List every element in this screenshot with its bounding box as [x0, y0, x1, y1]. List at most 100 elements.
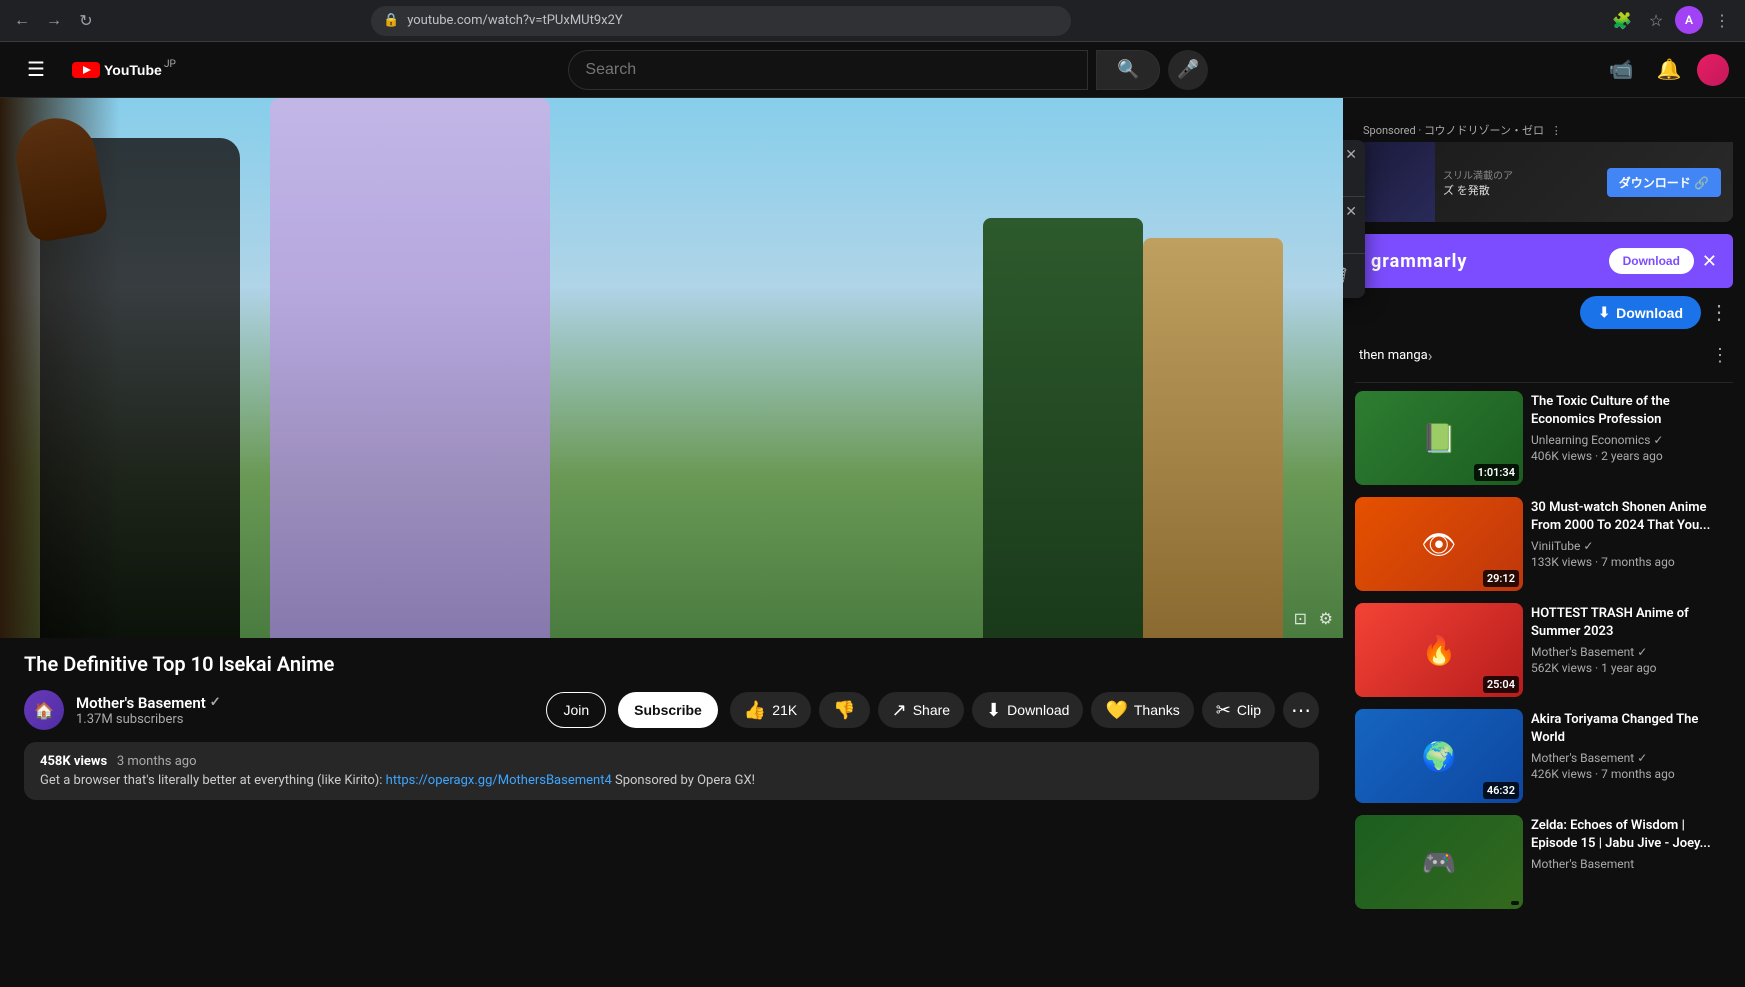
subscriber-count: 1.37M subscribers	[76, 712, 534, 727]
share-button[interactable]: ↗ Share	[878, 692, 964, 728]
sidebar-thumb-toriyama: 🌍 46:32	[1355, 709, 1523, 803]
duration-trash: 25:04	[1483, 676, 1519, 693]
sidebar-thumb-economics: 📗 1:01:34	[1355, 391, 1523, 485]
user-avatar[interactable]	[1697, 54, 1729, 86]
video-player[interactable]: ⚙ ⊡	[0, 98, 1343, 638]
youtube-logo[interactable]: YouTube JP	[72, 60, 176, 80]
sidebar-item-shonen[interactable]: 👁 29:12 30 Must-watch Shonen Anime From …	[1355, 497, 1733, 591]
popup-close-btn-2[interactable]: ✕	[1345, 203, 1357, 220]
channel-row: 🏠 Mother's Basement ✓ 1.37M subscribers …	[24, 690, 1319, 730]
main-download-button[interactable]: ⬇ Download	[1580, 296, 1701, 329]
grammarly-text: grammarly	[1371, 251, 1467, 272]
sidebar-more-button[interactable]: ⋮	[1709, 300, 1729, 325]
sidebar-item-trash[interactable]: 🔥 25:04 HOTTEST TRASH Anime of Summer 20…	[1355, 603, 1733, 697]
youtube-jp-badge: JP	[164, 59, 176, 70]
sidebar-thumb-shonen: 👁 29:12	[1355, 497, 1523, 591]
notifications-button[interactable]: 🔔	[1649, 50, 1689, 90]
duration-toriyama: 46:32	[1483, 782, 1519, 799]
video-info: The Definitive Top 10 Isekai Anime 🏠 Mot…	[0, 638, 1343, 812]
subscribe-button[interactable]: Subscribe	[618, 692, 718, 728]
browser-nav-buttons: ← → ↻	[8, 7, 100, 35]
section-separator	[1355, 382, 1733, 383]
browser-more-button[interactable]: ⋮	[1707, 6, 1737, 36]
search-input[interactable]	[569, 61, 1087, 79]
clip-button[interactable]: ✂ Clip	[1202, 692, 1275, 728]
video-expand-icon[interactable]: ⊡	[1294, 609, 1307, 628]
create-button[interactable]: 📹	[1601, 50, 1641, 90]
sidebar-title-trash: HOTTEST TRASH Anime of Summer 2023	[1531, 605, 1733, 641]
sponsored-banner: スリル満載のア ズ を発散 ダウンロード 🔗	[1355, 142, 1733, 222]
dislike-icon: 👎	[833, 700, 855, 721]
manga-suggestion[interactable]: then manga › ⋮	[1355, 337, 1733, 374]
sidebar-info-toriyama: Akira Toriyama Changed The World Mother'…	[1531, 709, 1733, 803]
manga-text: then manga	[1359, 348, 1428, 363]
join-button[interactable]: Join	[546, 692, 606, 728]
profile-icon[interactable]: A	[1675, 6, 1703, 34]
search-container: 🔍 🎤	[192, 50, 1585, 90]
dislike-button[interactable]: 👎	[819, 692, 869, 728]
sidebar-channel-shonen: ViniiTube ✓	[1531, 539, 1733, 553]
header-icons: 📹 🔔	[1601, 50, 1729, 90]
thumb-icon-zelda: 🎮	[1355, 815, 1523, 909]
bookmark-button[interactable]: ☆	[1641, 6, 1671, 36]
grammarly-actions: Download ✕	[1609, 248, 1717, 274]
like-button[interactable]: 👍 21K	[730, 692, 811, 728]
sidebar-item-economics[interactable]: 📗 1:01:34 The Toxic Culture of the Econo…	[1355, 391, 1733, 485]
sidebar-channel-zelda: Mother's Basement	[1531, 857, 1733, 871]
video-settings-icon[interactable]: ⚙	[1319, 609, 1333, 628]
sidebar-channel-trash: Mother's Basement ✓	[1531, 645, 1733, 659]
browser-toolbar: 🧩 ☆ A ⋮	[1607, 6, 1737, 36]
video-scene	[0, 98, 1343, 638]
popup-close-btn-1[interactable]: ✕	[1345, 146, 1357, 163]
sidebar-channel-economics: Unlearning Economics ✓	[1531, 433, 1733, 447]
manga-arrow: ›	[1428, 346, 1433, 365]
grammarly-cta[interactable]: Download	[1609, 248, 1694, 274]
mic-button[interactable]: 🎤	[1168, 50, 1208, 90]
youtube-logo-svg: YouTube	[72, 60, 162, 80]
address-bar[interactable]: 🔒 youtube.com/watch?v=tPUxMUt9x2Y	[371, 6, 1071, 36]
sidebar-title-zelda: Zelda: Echoes of Wisdom | Episode 15 | J…	[1531, 817, 1733, 853]
channel-avatar[interactable]: 🏠	[24, 690, 64, 730]
popup-item-1: 📺 49:08 ♪ THE DEFINiTIVE Top 10 I... MP4…	[1343, 140, 1365, 197]
video-title: The Definitive Top 10 Isekai Anime	[24, 650, 1319, 678]
sidebar-title-toriyama: Akira Toriyama Changed The World	[1531, 711, 1733, 747]
browser-chrome: ← → ↻ 🔒 youtube.com/watch?v=tPUxMUt9x2Y …	[0, 0, 1745, 42]
sponsored-label: Sponsored · コウノドリゾーン・ゼロ ⋮	[1355, 118, 1733, 142]
sidebar-item-toriyama[interactable]: 🌍 46:32 Akira Toriyama Changed The World…	[1355, 709, 1733, 803]
sidebar-item-zelda[interactable]: 🎮 Zelda: Echoes of Wisdom | Episode 15 |…	[1355, 815, 1733, 909]
grammarly-close[interactable]: ✕	[1702, 251, 1717, 272]
grammarly-ad: grammarly Download ✕	[1355, 234, 1733, 288]
popup-item-2: 📺 49:08 ♪ YOUTUBE MP4 1080p720p480p360p	[1343, 197, 1365, 254]
popup-delete-btn[interactable]: 🗑	[1343, 262, 1353, 290]
main-download-icon: ⬇	[1598, 304, 1610, 321]
refresh-button[interactable]: ↻	[72, 7, 100, 35]
hamburger-menu[interactable]: ☰	[16, 50, 56, 90]
forward-button[interactable]: →	[40, 7, 68, 35]
extensions-button[interactable]: 🧩	[1607, 6, 1637, 36]
like-icon: 👍	[744, 700, 766, 721]
sidebar-stats-toriyama: 426K views · 7 months ago	[1531, 767, 1733, 781]
lock-icon: 🔒	[383, 13, 399, 28]
download-button[interactable]: ⬇ Download	[972, 692, 1083, 728]
sidebar-stats-shonen: 133K views · 7 months ago	[1531, 555, 1733, 569]
sidebar-info-economics: The Toxic Culture of the Economics Profe…	[1531, 391, 1733, 485]
download-popup: 📺 49:08 ♪ THE DEFINiTIVE Top 10 I... MP4…	[1343, 140, 1365, 298]
sidebar-stats-trash: 562K views · 1 year ago	[1531, 661, 1733, 675]
main-layout: ⚙ ⊡ The Definitive Top 10 Isekai Anime 🏠…	[0, 98, 1745, 987]
more-options-button[interactable]: ⋯	[1283, 692, 1319, 728]
sponsor-link[interactable]: https://operagx.gg/MothersBasement4	[386, 773, 612, 788]
back-button[interactable]: ←	[8, 7, 36, 35]
download-promo-button[interactable]: ダウンロード 🔗	[1607, 168, 1721, 197]
channel-name: Mother's Basement ✓	[76, 694, 534, 712]
thanks-button[interactable]: 💛 Thanks	[1091, 692, 1193, 728]
char-right-2	[1143, 238, 1283, 638]
search-button[interactable]: 🔍	[1096, 50, 1160, 90]
verified-toriyama: ✓	[1637, 751, 1647, 765]
duration-zelda	[1511, 901, 1519, 905]
channel-info: Mother's Basement ✓ 1.37M subscribers	[76, 694, 534, 727]
thanks-icon: 💛	[1105, 700, 1127, 721]
video-frame: ⚙ ⊡	[0, 98, 1343, 638]
sidebar-title-shonen: 30 Must-watch Shonen Anime From 2000 To …	[1531, 499, 1733, 535]
manga-more-btn[interactable]: ⋮	[1711, 345, 1729, 366]
duration-shonen: 29:12	[1483, 570, 1519, 587]
